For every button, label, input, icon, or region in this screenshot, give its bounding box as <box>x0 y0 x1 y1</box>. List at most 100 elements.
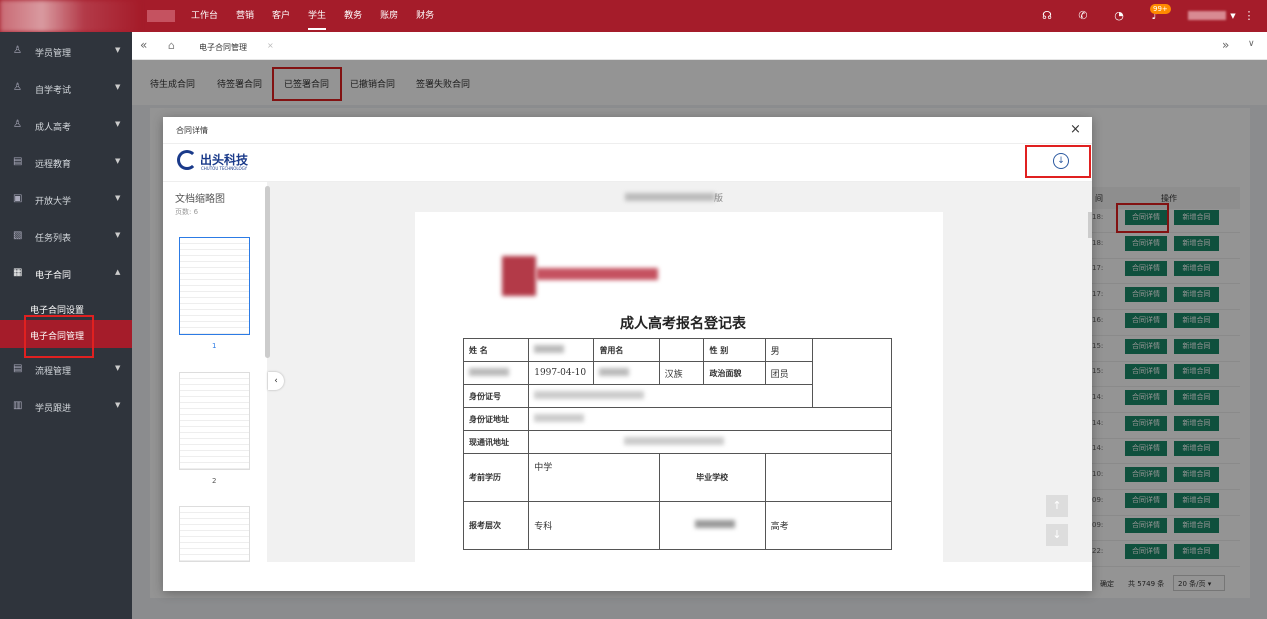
logo <box>0 0 140 32</box>
registration-form: 姓 名 曾用名 性 别 男 1997-04-10 汉族 政治面貌 团员 身份证号… <box>462 338 893 550</box>
headset-icon[interactable]: ☊ <box>1040 9 1054 23</box>
page-count: 页数: 6 <box>175 208 199 216</box>
value-political: 团员 <box>764 361 813 385</box>
topnav-accounts[interactable]: 账房 <box>371 0 407 32</box>
grid-icon: ▧ <box>13 230 23 241</box>
tab-contract-mgmt[interactable]: 电子合同管理 <box>199 42 247 53</box>
label-id-address: 身份证地址 <box>462 407 530 431</box>
topnav-finance[interactable]: 财务 <box>407 0 443 32</box>
chevron-down-icon[interactable]: ∨ <box>1248 39 1255 49</box>
chat-icon[interactable]: ◔ <box>1112 9 1126 23</box>
doc-icon: ▦ <box>13 267 23 278</box>
chevron-down-icon: ▼ <box>115 157 121 165</box>
topnav-customer[interactable]: 客户 <box>263 0 299 32</box>
thumbnail-title: 文档缩略图 <box>175 194 225 205</box>
chevron-down-icon: ▼ <box>115 83 121 91</box>
doc-header-text: 版 <box>714 194 724 204</box>
scroll-up-icon[interactable]: ↑ <box>1046 495 1068 517</box>
value-education: 中学 <box>528 453 660 502</box>
grid-icon: ▤ <box>13 363 23 374</box>
value-id-address <box>528 407 892 431</box>
nav-blurred-item <box>147 10 175 22</box>
value-exam-type: 高考 <box>764 501 893 550</box>
value-address <box>528 430 892 454</box>
grid-icon: ▣ <box>13 193 23 204</box>
org-name-blurred <box>536 268 658 280</box>
label-address: 现通讯地址 <box>462 430 530 454</box>
double-left-icon[interactable]: « <box>140 38 147 52</box>
label-birth <box>462 361 530 385</box>
user-icon: ♙ <box>13 119 22 130</box>
viewer-scrollbar[interactable] <box>1088 212 1092 238</box>
label-name: 姓 名 <box>462 338 530 362</box>
sidebar-item-open-univ[interactable]: ▣ 开放大学 ▼ <box>0 181 132 218</box>
sidebar-item-tasks[interactable]: ▧ 任务列表 ▼ <box>0 218 132 255</box>
topnav-student[interactable]: 学生 <box>299 0 335 32</box>
brand-logo-icon <box>177 150 197 170</box>
thumbnail-scrollbar[interactable] <box>265 186 270 358</box>
highlight-box-download <box>1025 145 1091 178</box>
notification-badge: 99+ <box>1150 4 1171 14</box>
topnav-workbench[interactable]: 工作台 <box>182 0 227 32</box>
label-id: 身份证号 <box>462 384 530 408</box>
modal-title: 合同详情 <box>176 126 208 135</box>
sidebar-item-self-exam[interactable]: ♙ 自学考试 ▼ <box>0 70 132 107</box>
modal-footer <box>163 562 1092 591</box>
photo-cell <box>811 338 892 408</box>
sidebar-item-followup[interactable]: ▥ 学员跟进 ▼ <box>0 388 132 425</box>
double-right-icon[interactable]: » <box>1222 38 1229 52</box>
doc-icon: ▥ <box>13 400 23 411</box>
value-id <box>528 384 813 408</box>
topnav-academic[interactable]: 教务 <box>335 0 371 32</box>
close-icon[interactable]: × <box>267 41 274 50</box>
sidebar-item-adult-exam[interactable]: ♙ 成人高考 ▼ <box>0 107 132 144</box>
label-level: 报考层次 <box>462 501 530 550</box>
top-nav: 工作台 营销 客户 学生 教务 账房 财务 <box>182 0 443 32</box>
thumbnail-page-2[interactable] <box>179 372 250 470</box>
chevron-down-icon: ▼ <box>115 364 121 372</box>
sidebar-item-student-mgmt[interactable]: ♙ 学员管理 ▼ <box>0 33 132 70</box>
thumbnail-label-1: 1 <box>212 342 217 350</box>
label-gender: 性 别 <box>703 338 766 362</box>
value-ethnic: 汉族 <box>658 361 705 385</box>
sidebar-item-e-contract[interactable]: ▦ 电子合同 ▲ <box>0 255 132 292</box>
thumbnail-page-3[interactable] <box>179 506 250 562</box>
modal-header <box>163 117 1092 144</box>
value-exam-type-blurred <box>658 501 766 550</box>
topnav-marketing[interactable]: 营销 <box>227 0 263 32</box>
stamp-blurred <box>502 256 536 296</box>
more-icon[interactable]: ⋮ <box>1242 9 1256 23</box>
label-school: 毕业学校 <box>658 453 766 502</box>
label-political: 政治面貌 <box>703 361 766 385</box>
thumbnail-page-1[interactable] <box>179 237 250 335</box>
scroll-down-icon[interactable]: ↓ <box>1046 524 1068 546</box>
chevron-down-icon: ▼ <box>115 194 121 202</box>
label-alias: 曾用名 <box>593 338 660 362</box>
user-name[interactable] <box>1188 11 1226 20</box>
doc-header-blurred <box>625 193 715 201</box>
chevron-down-icon[interactable]: ▼ <box>1226 9 1240 23</box>
value-name <box>528 338 595 362</box>
home-icon[interactable]: ⌂ <box>168 39 175 52</box>
close-icon[interactable]: × <box>1070 122 1081 137</box>
chevron-down-icon: ▼ <box>115 120 121 128</box>
sidebar-item-remote-edu[interactable]: ▤ 远程教育 ▼ <box>0 144 132 181</box>
label-education: 考前学历 <box>462 453 530 502</box>
chevron-up-icon: ▲ <box>115 268 121 276</box>
doc-toolbar <box>163 144 1092 182</box>
phone-icon[interactable]: ✆ <box>1076 9 1090 23</box>
grid-icon: ▤ <box>13 156 23 167</box>
chevron-down-icon: ▼ <box>115 231 121 239</box>
value-birth: 1997-04-10 <box>528 361 595 385</box>
value-level: 专科 <box>528 501 660 550</box>
thumbnail-label-2: 2 <box>212 477 217 485</box>
value-school <box>764 453 893 502</box>
chevron-down-icon: ▼ <box>115 46 121 54</box>
form-title: 成人高考报名登记表 <box>620 316 746 332</box>
value-origin <box>593 361 660 385</box>
user-icon: ♙ <box>13 82 22 93</box>
sidebar-item-process[interactable]: ▤ 流程管理 ▼ <box>0 351 132 388</box>
value-alias <box>658 338 705 362</box>
brand-english: CHUTOU TECHNOLOGY <box>201 166 248 171</box>
user-icon: ♙ <box>13 45 22 56</box>
